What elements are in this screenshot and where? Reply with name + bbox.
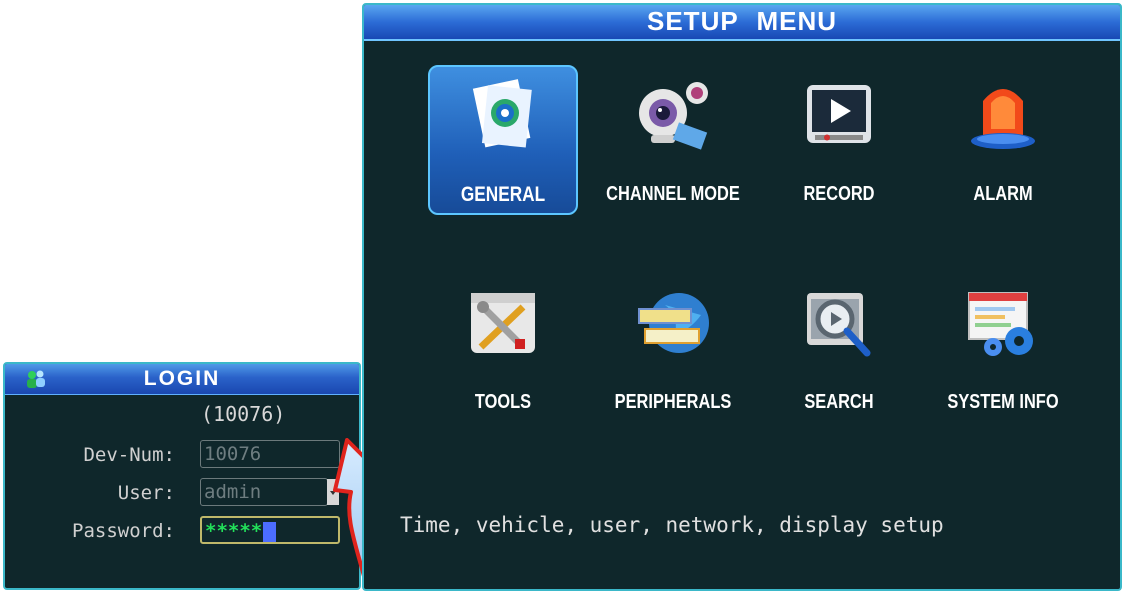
setup-menu-title-bar: SETUP MENU bbox=[364, 5, 1120, 41]
search-magnifier-icon bbox=[801, 285, 877, 361]
menu-item-search[interactable]: SEARCH bbox=[764, 273, 914, 423]
tools-icon bbox=[465, 285, 541, 361]
menu-item-label: SEARCH bbox=[804, 391, 874, 413]
record-play-icon bbox=[801, 77, 877, 153]
password-mask: ***** bbox=[205, 520, 263, 542]
menu-item-label: RECORD bbox=[803, 183, 875, 205]
device-code: (10076) bbox=[201, 402, 286, 426]
password-label: Password: bbox=[72, 520, 175, 542]
setup-menu-title: SETUP MENU bbox=[647, 6, 837, 36]
menu-item-label: CHANNEL MODE bbox=[606, 183, 740, 205]
menu-item-general[interactable]: GENERAL bbox=[428, 65, 578, 215]
user-select[interactable]: admin bbox=[200, 478, 328, 506]
menu-item-record[interactable]: RECORD bbox=[764, 65, 914, 215]
menu-item-tools[interactable]: TOOLS bbox=[428, 273, 578, 423]
login-title: LOGIN bbox=[143, 367, 221, 390]
menu-item-system-info[interactable]: SYSTEM INFO bbox=[928, 273, 1078, 423]
menu-item-peripherals[interactable]: PERIPHERALS bbox=[598, 273, 748, 423]
alarm-siren-icon bbox=[965, 77, 1041, 153]
menu-item-label: GENERAL bbox=[460, 183, 546, 206]
menu-item-label: ALARM bbox=[973, 183, 1033, 205]
menu-item-label: SYSTEM INFO bbox=[947, 391, 1059, 413]
dev-num-field[interactable]: 10076 bbox=[200, 440, 340, 468]
user-label: User: bbox=[117, 482, 175, 504]
login-title-bar: LOGIN bbox=[5, 364, 359, 395]
menu-item-channel-mode[interactable]: CHANNEL MODE bbox=[598, 65, 748, 215]
dev-num-label: Dev-Num: bbox=[83, 444, 175, 466]
globe-peripherals-icon bbox=[635, 285, 711, 361]
selected-item-description: Time, vehicle, user, network, display se… bbox=[400, 513, 944, 537]
menu-item-label: TOOLS bbox=[474, 391, 532, 413]
webcam-icon bbox=[635, 77, 711, 153]
menu-item-alarm[interactable]: ALARM bbox=[928, 65, 1078, 215]
text-cursor bbox=[263, 521, 277, 542]
general-settings-icon bbox=[465, 77, 541, 153]
menu-item-label: PERIPHERALS bbox=[614, 391, 732, 413]
password-field[interactable]: ***** bbox=[200, 516, 340, 544]
login-panel: LOGIN (10076) Dev-Num: 10076 User: admin… bbox=[3, 362, 361, 590]
setup-menu-panel: SETUP MENU GENERAL CHANNEL MODE RECORD A… bbox=[362, 3, 1122, 591]
system-info-gear-icon bbox=[965, 285, 1041, 361]
